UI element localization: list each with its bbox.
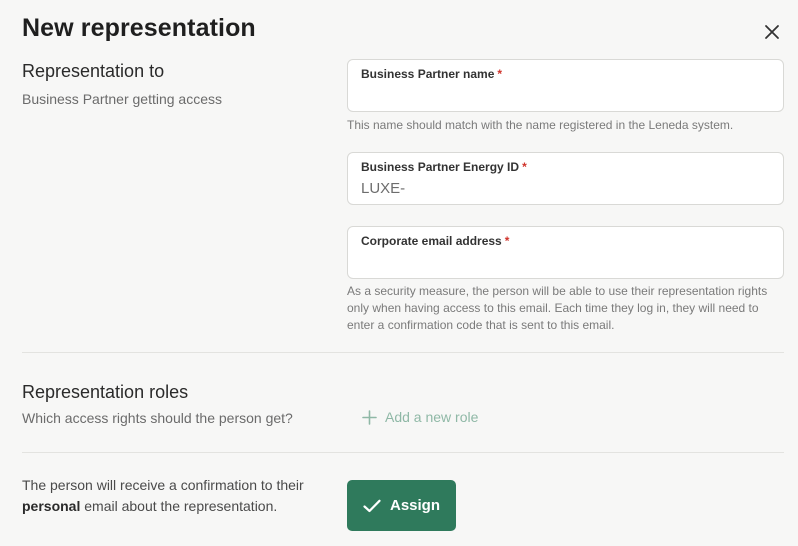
dialog-title: New representation	[22, 14, 256, 42]
required-mark: *	[497, 67, 503, 81]
personal-emphasis: personal	[22, 498, 81, 514]
assign-label: Assign	[389, 497, 440, 514]
new-representation-dialog: New representation Representation to Bus…	[0, 0, 798, 546]
email-field[interactable]: Corporate email address *	[347, 226, 784, 279]
add-role-button[interactable]: Add a new role	[362, 407, 478, 427]
add-role-label: Add a new role	[385, 409, 479, 425]
email-label: Corporate email address *	[361, 234, 510, 248]
required-mark: *	[522, 160, 527, 174]
partner-name-label: Business Partner name *	[361, 67, 503, 81]
partner-name-helper: This name should match with the name reg…	[347, 118, 734, 132]
roles-heading: Representation roles	[22, 382, 189, 402]
assign-button[interactable]: Assign	[347, 480, 456, 531]
email-input[interactable]	[361, 252, 766, 272]
energy-id-input[interactable]	[361, 178, 766, 198]
close-icon	[765, 25, 779, 39]
footer-divider	[22, 452, 784, 453]
close-button[interactable]	[760, 20, 784, 44]
section-divider	[22, 352, 784, 353]
representation-to-heading: Representation to	[22, 61, 165, 81]
energy-id-label: Business Partner Energy ID *	[361, 160, 527, 174]
confirmation-note: The person will receive a confirmation t…	[22, 477, 304, 514]
email-helper: As a security measure, the person will b…	[347, 284, 768, 332]
plus-icon	[362, 409, 377, 425]
roles-description: Which access rights should the person ge…	[22, 410, 293, 426]
required-mark: *	[504, 234, 510, 248]
representation-to-description: Business Partner getting access	[22, 91, 222, 107]
partner-name-field[interactable]: Business Partner name *	[347, 59, 784, 112]
check-icon	[363, 499, 381, 512]
partner-name-input[interactable]	[361, 85, 766, 105]
energy-id-field[interactable]: Business Partner Energy ID *	[347, 152, 784, 205]
